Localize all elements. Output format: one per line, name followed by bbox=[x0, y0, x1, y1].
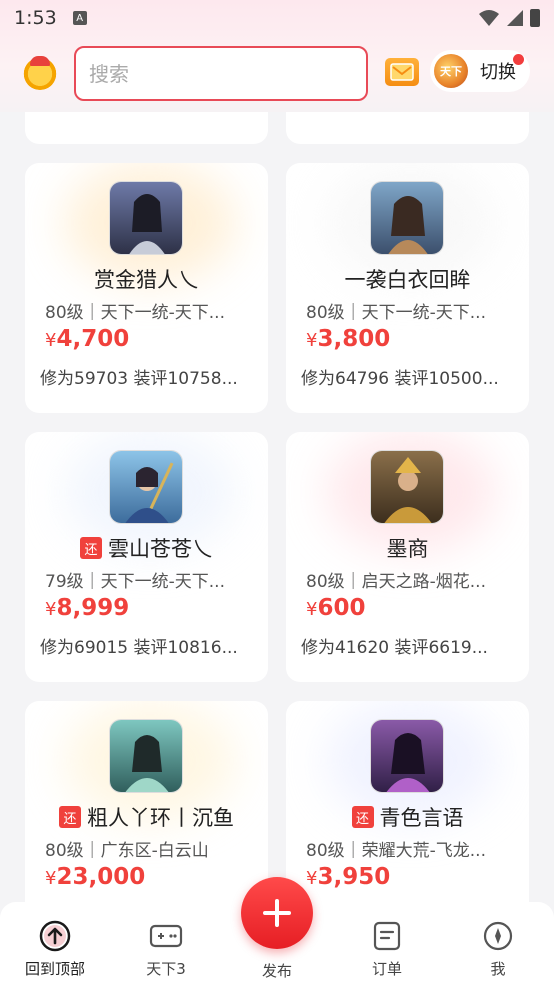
price: ¥4,700 bbox=[45, 326, 130, 352]
price: ¥600 bbox=[306, 595, 366, 621]
character-name-row: 还 粗人丫环丨沉鱼 bbox=[25, 802, 268, 832]
arrow-up-circle-icon bbox=[39, 920, 71, 952]
character-name-row: 还 青色言语 bbox=[286, 802, 529, 832]
price: ¥23,000 bbox=[45, 864, 146, 890]
character-avatar bbox=[109, 719, 183, 793]
character-avatar bbox=[109, 181, 183, 255]
nav-back-to-top[interactable]: 回到顶部 bbox=[10, 920, 100, 979]
character-stats: 修为69015 装评10816... bbox=[40, 638, 238, 658]
return-tag: 还 bbox=[351, 806, 374, 828]
switch-game-button[interactable]: 天下 切换 bbox=[430, 50, 530, 92]
listing-card[interactable]: 还 粗人丫环丨沉鱼 80级｜广东区-白云山 ¥23,000 bbox=[25, 701, 268, 902]
message-icon[interactable] bbox=[385, 58, 419, 86]
notification-dot bbox=[513, 54, 524, 65]
character-name-row: 一袭白衣回眸 bbox=[286, 264, 529, 294]
character-name-row: 墨商 bbox=[286, 533, 529, 563]
level-server: 79级｜天下一统-天下... bbox=[45, 572, 225, 592]
status-bar: 1:53 A bbox=[0, 0, 554, 36]
level-server: 80级｜启天之路-烟花... bbox=[306, 572, 486, 592]
switch-label: 切换 bbox=[480, 62, 516, 83]
character-stats: 修为41620 装评6619... bbox=[301, 638, 488, 658]
wifi-icon bbox=[479, 10, 499, 26]
character-stats: 修为64796 装评10500... bbox=[301, 369, 499, 389]
gamepad-icon bbox=[149, 924, 183, 948]
plus-icon bbox=[263, 899, 291, 927]
character-stats: 修为59703 装评10758... bbox=[40, 369, 238, 389]
search-input[interactable] bbox=[89, 61, 349, 86]
order-list-icon bbox=[373, 921, 401, 951]
level-server: 80级｜广东区-白云山 bbox=[45, 841, 209, 861]
notification-a-icon: A bbox=[72, 11, 87, 25]
status-time: 1:53 bbox=[14, 7, 57, 29]
level-server: 80级｜天下一统-天下... bbox=[306, 303, 486, 323]
price: ¥8,999 bbox=[45, 595, 130, 621]
character-name: 赏金猎人乀 bbox=[94, 268, 199, 292]
character-avatar bbox=[370, 181, 444, 255]
character-name: 青色言语 bbox=[379, 806, 464, 830]
battery-icon bbox=[530, 9, 540, 27]
listing-grid: 赏金猎人乀 80级｜天下一统-天下... ¥4,700 修为59703 装评10… bbox=[0, 112, 554, 902]
nav-orders[interactable]: 订单 bbox=[342, 920, 432, 979]
character-name-row: 还 雲山苍苍乀 bbox=[25, 533, 268, 563]
character-avatar bbox=[370, 719, 444, 793]
nav-me[interactable]: 我 bbox=[453, 920, 543, 979]
price: ¥3,800 bbox=[306, 326, 391, 352]
listing-card-partial[interactable] bbox=[286, 112, 529, 144]
publish-button[interactable] bbox=[241, 877, 313, 949]
listing-card-partial[interactable] bbox=[25, 112, 268, 144]
level-server: 80级｜荣耀大荒-飞龙... bbox=[306, 841, 486, 861]
character-avatar bbox=[370, 450, 444, 524]
listing-card[interactable]: 赏金猎人乀 80级｜天下一统-天下... ¥4,700 修为59703 装评10… bbox=[25, 163, 268, 413]
listing-card[interactable]: 还 雲山苍苍乀 79级｜天下一统-天下... ¥8,999 修为69015 装评… bbox=[25, 432, 268, 682]
character-avatar bbox=[109, 450, 183, 524]
return-tag: 还 bbox=[59, 806, 81, 828]
compass-icon bbox=[483, 921, 513, 951]
character-name: 一袭白衣回眸 bbox=[344, 268, 471, 292]
listing-card[interactable]: 墨商 80级｜启天之路-烟花... ¥600 修为41620 装评6619... bbox=[286, 432, 529, 682]
game-logo-icon: 天下 bbox=[434, 54, 468, 88]
character-name: 雲山苍苍乀 bbox=[108, 537, 213, 561]
character-name-row: 赏金猎人乀 bbox=[25, 264, 268, 294]
listing-card[interactable]: 还 青色言语 80级｜荣耀大荒-飞龙... ¥3,950 bbox=[286, 701, 529, 902]
character-name: 墨商 bbox=[386, 537, 429, 561]
listing-card[interactable]: 一袭白衣回眸 80级｜天下一统-天下... ¥3,800 修为64796 装评1… bbox=[286, 163, 529, 413]
app-logo-icon[interactable] bbox=[22, 54, 58, 90]
nav-tianxia3[interactable]: 天下3 bbox=[121, 920, 211, 979]
signal-icon bbox=[507, 10, 523, 26]
price: ¥3,950 bbox=[306, 864, 391, 890]
level-server: 80级｜天下一统-天下... bbox=[45, 303, 225, 323]
return-tag: 还 bbox=[80, 537, 102, 559]
character-name: 粗人丫环丨沉鱼 bbox=[87, 806, 234, 830]
search-box[interactable] bbox=[74, 46, 368, 101]
nav-publish-label[interactable]: 发布 bbox=[232, 960, 322, 981]
